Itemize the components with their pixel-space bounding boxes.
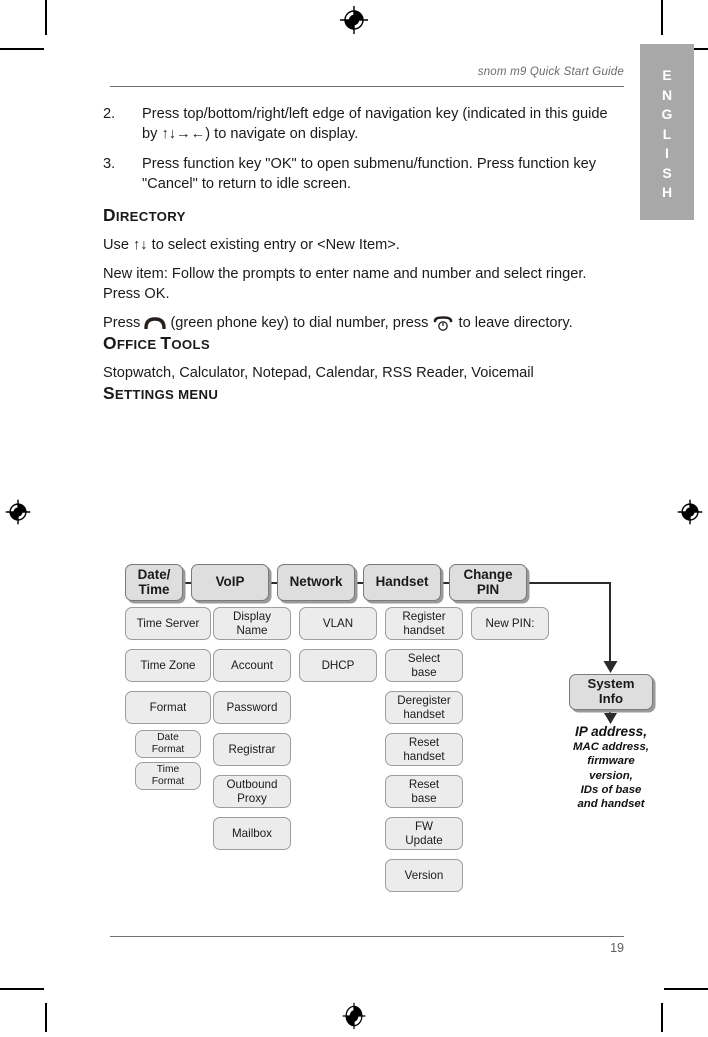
menu-item-password[interactable]: Password [213,691,291,724]
heading-smallcaps: FFICE [116,337,157,353]
section-heading-office-tools: OFFICE TOOLS [103,333,624,354]
menu-item-mailbox[interactable]: Mailbox [213,817,291,850]
menu-item-time-format[interactable]: Time Format [135,762,201,790]
diagram-connector [441,582,449,584]
section-heading-directory: DIRECTORY [103,205,624,226]
running-header-title: snom m9 Quick Start Guide [477,66,624,78]
step-number: 3. [103,156,116,173]
section-heading-settings-menu: SETTINGS MENU [103,383,624,404]
heading-dropcap: T [160,333,172,354]
directory-paragraph-1: Use ↑↓ to select existing entry or <New … [103,237,400,254]
menu-item-version[interactable]: Version [385,859,463,892]
menu-item-registrar[interactable]: Registrar [213,733,291,766]
page-content: 2. Press top/bottom/right/left edge of n… [103,105,624,404]
green-phone-key-icon [144,316,167,330]
menu-box-system-info[interactable]: System Info [569,674,653,710]
diagram-connector [269,582,277,584]
menu-item-outbound-proxy[interactable]: Outbound Proxy [213,775,291,808]
page-number: 19 [610,941,624,955]
step-text: Press function key "OK" to open submenu/… [142,156,597,192]
office-tools-body: Stopwatch, Calculator, Notepad, Calendar… [103,365,534,382]
menu-head-date-time[interactable]: Date/ Time [125,564,183,601]
menu-item-reset-handset[interactable]: Reset handset [385,733,463,766]
menu-head-voip[interactable]: VoIP [191,564,269,601]
heading-dropcap: O [103,333,117,354]
menu-head-network[interactable]: Network [277,564,355,601]
list-item: 2. Press top/bottom/right/left edge of n… [103,105,624,144]
heading-dropcap: S [103,383,115,404]
step-number: 2. [103,106,116,122]
heading-smallcaps: ETTINGS MENU [114,387,219,403]
directory-paragraph-2: New item: Follow the prompts to enter na… [103,266,587,303]
menu-item-date-format[interactable]: Date Format [135,730,201,758]
diagram-connector [355,582,363,584]
menu-item-display-name[interactable]: Display Name [213,607,291,640]
menu-item-time-zone[interactable]: Time Zone [125,649,211,682]
header-rule [110,86,624,87]
heading-dropcap: D [103,205,116,226]
diagram-connector [183,582,191,584]
heading-smallcaps: IRECTORY [115,209,186,225]
diagram-connector [527,582,611,585]
page: snom m9 Quick Start Guide 2. Press top/b… [0,0,708,1032]
system-info-detail-primary: IP address, [574,724,648,739]
menu-item-new-pin[interactable]: New PIN: [471,607,549,640]
menu-item-reset-base[interactable]: Reset base [385,775,463,808]
directory-p3-before: Press [103,315,141,332]
menu-item-fw-update[interactable]: FW Update [385,817,463,850]
menu-item-select-base[interactable]: Select base [385,649,463,682]
footer-rule [110,936,624,937]
numbered-steps-list: 2. Press top/bottom/right/left edge of n… [103,105,624,194]
settings-menu-diagram: Date/ Time Time Server Time Zone Format … [103,556,653,901]
list-item: 3. Press function key "OK" to open subme… [103,155,624,194]
menu-item-dhcp[interactable]: DHCP [299,649,377,682]
menu-item-account[interactable]: Account [213,649,291,682]
directory-paragraph-3: Press (green phone key) to dial number, … [103,313,624,333]
menu-head-handset[interactable]: Handset [363,564,441,601]
directory-p3-after: to leave directory. [458,315,573,332]
menu-item-format[interactable]: Format [125,691,211,724]
directory-p3-middle: (green phone key) to dial number, press [170,315,429,332]
step-text: Press top/bottom/right/left edge of navi… [142,106,608,142]
menu-item-vlan[interactable]: VLAN [299,607,377,640]
power-hangup-key-icon [432,316,454,332]
diagram-connector [609,582,612,664]
menu-head-change-pin[interactable]: Change PIN [449,564,527,601]
system-info-detail-rest: MAC address, firmware version, IDs of ba… [573,741,649,811]
menu-item-register-handset[interactable]: Register handset [385,607,463,640]
menu-item-time-server[interactable]: Time Server [125,607,211,640]
heading-smallcaps: OOLS [171,337,210,353]
menu-item-deregister-handset[interactable]: Deregister handset [385,691,463,724]
system-info-details: IP address, MAC address, firmware version… [549,724,673,811]
